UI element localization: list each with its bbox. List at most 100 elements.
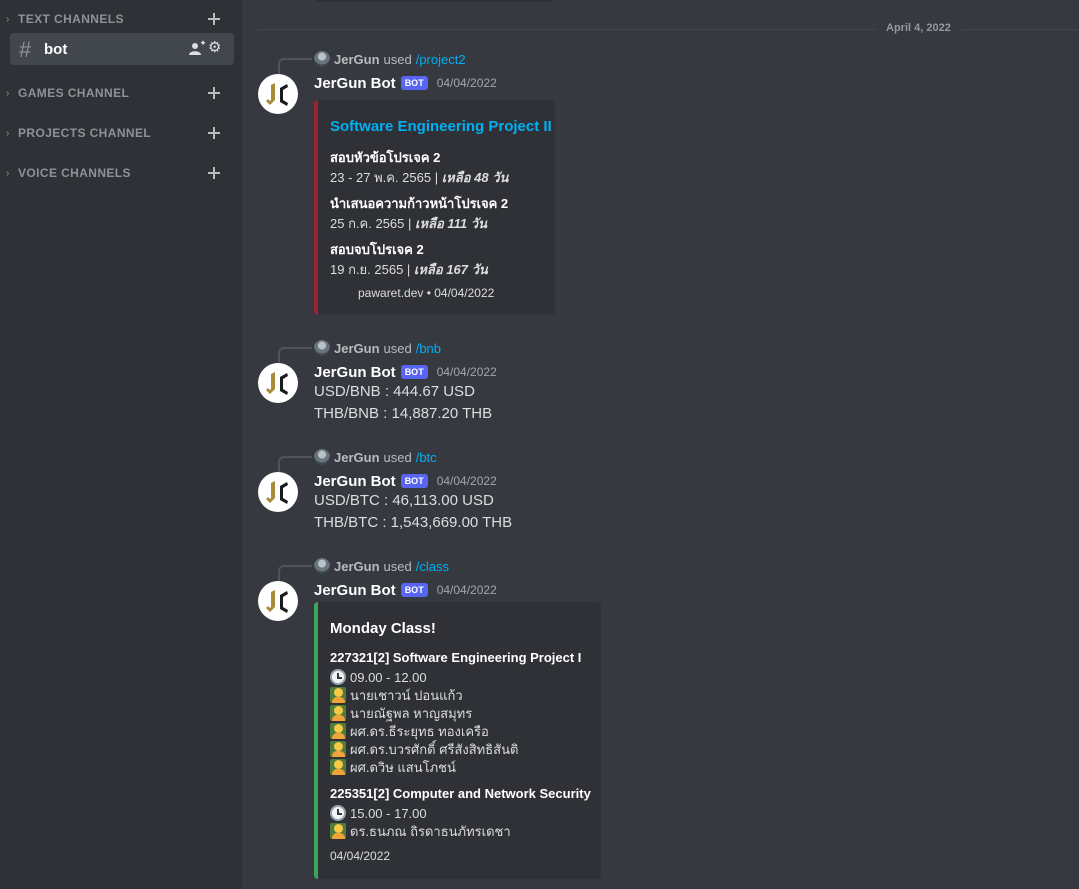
- slash-command[interactable]: /bnb: [416, 341, 441, 356]
- teacher-row: นายเชาวน์ ปอนแก้ว: [330, 686, 463, 704]
- category-projects-channel[interactable]: › PROJECTS CHANNEL: [6, 123, 232, 143]
- bot-badge: BOT: [400, 474, 428, 488]
- clock-icon: [330, 805, 346, 821]
- bot-badge: BOT: [400, 76, 428, 90]
- teacher-row: ผศ.ดวิษ แสนโภชน์: [330, 758, 456, 776]
- category-label: TEXT CHANNELS: [18, 12, 124, 26]
- reply-context[interactable]: JerGun used /class: [314, 557, 449, 575]
- embed: Software Engineering Project II สอบหัวข้…: [314, 100, 555, 315]
- jc-logo-icon: [266, 372, 288, 395]
- course-name: 225351[2] Computer and Network Security: [330, 786, 591, 801]
- embed-field-value: 23 - 27 พ.ค. 2565 | เหลือ 48 วัน: [330, 170, 509, 185]
- reply-username[interactable]: JerGun: [334, 450, 380, 465]
- message: JerGun used /bnb JerGun Bot BOT 04/04/20…: [242, 339, 1079, 429]
- embed-title[interactable]: Software Engineering Project II: [330, 118, 552, 135]
- embed-field-value: 19 ก.ย. 2565 | เหลือ 167 วัน: [330, 262, 488, 277]
- teacher-row: ผศ.ดร.บวรศักดิ์ ศรีสังสิทธิสันติ: [330, 740, 518, 758]
- invite-icon[interactable]: [188, 40, 206, 58]
- author-name[interactable]: JerGun Bot: [314, 582, 396, 599]
- channel-item-bot[interactable]: # bot ⚙: [10, 33, 234, 65]
- jc-logo-icon: [266, 481, 288, 504]
- message-text: THB/BNB : 14,887.20 THB: [314, 405, 493, 422]
- category-label: VOICE CHANNELS: [18, 166, 131, 180]
- embed-field-name: สอบหัวข้อโปรเจค 2: [330, 150, 441, 165]
- slash-command[interactable]: /project2: [416, 52, 466, 67]
- bot-avatar[interactable]: [258, 581, 298, 621]
- teacher-icon: [330, 723, 346, 739]
- plus-icon[interactable]: [206, 9, 222, 29]
- embed-footer: 04/04/2022: [330, 849, 391, 863]
- category-voice-channels[interactable]: › VOICE CHANNELS: [6, 163, 232, 183]
- teacher-icon: [330, 759, 346, 775]
- previous-embed: [314, 0, 553, 2]
- message: JerGun used /btc JerGun Bot BOT 04/04/20…: [242, 448, 1079, 538]
- timestamp[interactable]: 04/04/2022: [437, 76, 497, 90]
- embed-field-value: 25 ก.ค. 2565 | เหลือ 111 วัน: [330, 216, 487, 231]
- message: JerGun used /class JerGun Bot BOT 04/04/…: [242, 557, 1079, 887]
- category-label: GAMES CHANNEL: [18, 86, 130, 100]
- plus-icon[interactable]: [206, 123, 222, 143]
- reply-context[interactable]: JerGun used /project2: [314, 50, 466, 68]
- message: JerGun used /project2 JerGun Bot BOT 04/…: [242, 50, 1079, 320]
- chevron-right-icon: ›: [6, 127, 10, 139]
- reply-used-text: used: [383, 340, 412, 356]
- reply-username[interactable]: JerGun: [334, 341, 380, 356]
- slash-command[interactable]: /class: [416, 559, 449, 574]
- message-list: April 4, 2022 JerGun used /project2 JerG…: [242, 0, 1079, 889]
- embed-title: Monday Class!: [330, 620, 436, 637]
- teacher-icon: [330, 823, 346, 839]
- bot-avatar[interactable]: [258, 363, 298, 403]
- reply-spine: [278, 565, 312, 581]
- gear-icon[interactable]: ⚙: [208, 38, 221, 56]
- chevron-right-icon: ›: [6, 167, 10, 179]
- reply-context[interactable]: JerGun used /bnb: [314, 339, 441, 357]
- category-text-channels[interactable]: › TEXT CHANNELS: [6, 9, 232, 29]
- avatar: [314, 449, 330, 465]
- bot-badge: BOT: [400, 583, 428, 597]
- slash-command[interactable]: /btc: [416, 450, 437, 465]
- teacher-icon: [330, 705, 346, 721]
- teacher-row: ผศ.ดร.ธีระยุทธ ทองเครือ: [330, 722, 489, 740]
- embed-footer: pawaret.dev • 04/04/2022: [358, 286, 495, 300]
- category-games-channel[interactable]: › GAMES CHANNEL: [6, 83, 232, 103]
- bot-badge: BOT: [400, 365, 428, 379]
- teacher-icon: [330, 741, 346, 757]
- teacher-row: นายณัฐพล หาญสมุทร: [330, 704, 472, 722]
- chevron-right-icon: ›: [6, 87, 10, 99]
- author-name[interactable]: JerGun Bot: [314, 364, 396, 381]
- plus-icon[interactable]: [206, 163, 222, 183]
- bot-avatar[interactable]: [258, 472, 298, 512]
- clock-icon: [330, 669, 346, 685]
- course-time: 09.00 - 12.00: [330, 668, 427, 686]
- channel-sidebar: › TEXT CHANNELS # bot ⚙ › GAMES CHANNEL …: [0, 0, 242, 889]
- reply-username[interactable]: JerGun: [334, 559, 380, 574]
- reply-used-text: used: [383, 558, 412, 574]
- reply-username[interactable]: JerGun: [334, 52, 380, 67]
- reply-spine: [278, 58, 312, 74]
- jc-logo-icon: [266, 83, 288, 106]
- teacher-icon: [330, 687, 346, 703]
- plus-icon[interactable]: [206, 83, 222, 103]
- reply-spine: [278, 456, 312, 472]
- avatar: [314, 340, 330, 356]
- avatar: [314, 558, 330, 574]
- category-label: PROJECTS CHANNEL: [18, 126, 152, 140]
- course-time: 15.00 - 17.00: [330, 804, 427, 822]
- reply-context[interactable]: JerGun used /btc: [314, 448, 437, 466]
- timestamp[interactable]: 04/04/2022: [437, 474, 497, 488]
- embed-field-name: สอบจบโปรเจค 2: [330, 242, 424, 257]
- message-text: USD/BTC : 46,113.00 USD: [314, 492, 494, 509]
- message-text: USD/BNB : 444.67 USD: [314, 383, 475, 400]
- author-name[interactable]: JerGun Bot: [314, 75, 396, 92]
- date-divider-label: April 4, 2022: [876, 22, 961, 34]
- reply-spine: [278, 347, 312, 363]
- embed: Monday Class! 227321[2] Software Enginee…: [314, 602, 601, 879]
- reply-used-text: used: [383, 449, 412, 465]
- course-name: 227321[2] Software Engineering Project I: [330, 650, 582, 665]
- embed-field-name: นำเสนอความก้าวหน้าโปรเจค 2: [330, 196, 509, 211]
- author-name[interactable]: JerGun Bot: [314, 473, 396, 490]
- timestamp[interactable]: 04/04/2022: [437, 365, 497, 379]
- jc-logo-icon: [266, 590, 288, 613]
- bot-avatar[interactable]: [258, 74, 298, 114]
- timestamp[interactable]: 04/04/2022: [437, 583, 497, 597]
